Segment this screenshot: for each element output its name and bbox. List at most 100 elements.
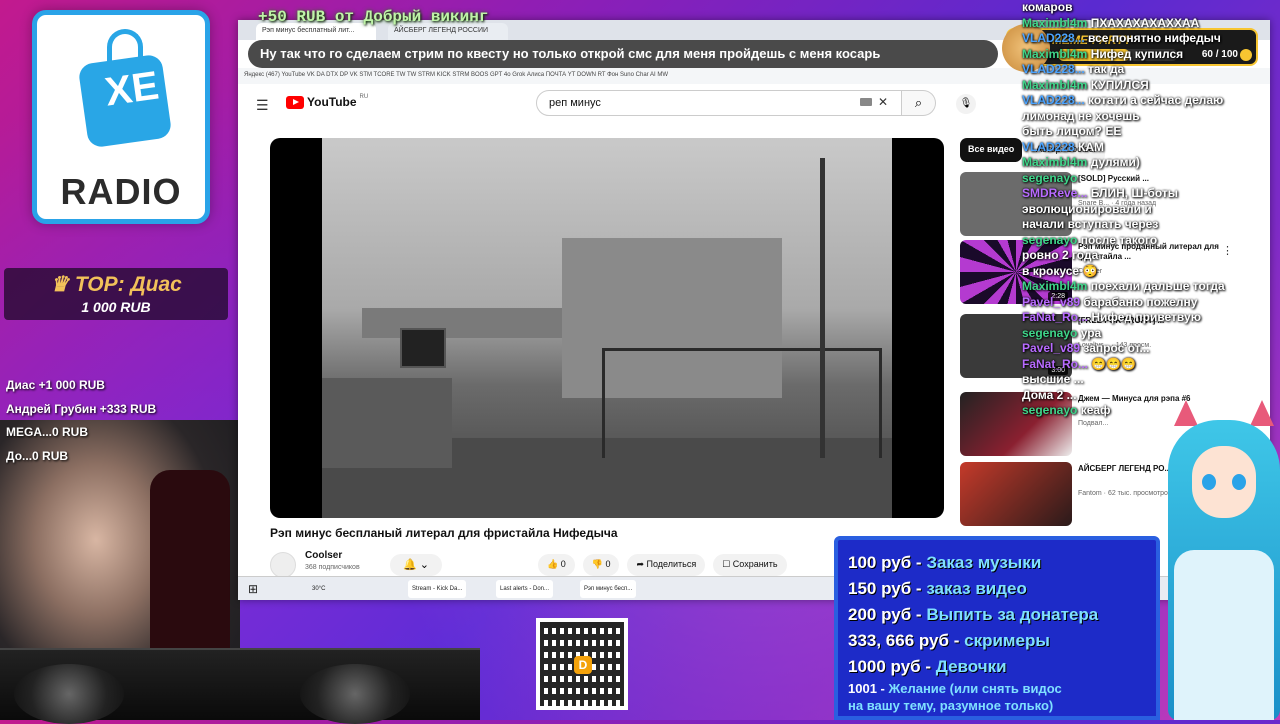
chat-username[interactable]: Maximbl4m (1022, 279, 1087, 293)
chat-message: начали вступать через (1022, 217, 1280, 233)
xe-radio-logo: XE RADIO (32, 10, 210, 224)
chat-username[interactable]: segenayo (1022, 171, 1077, 185)
chat-text: поехали дальше тогда (1090, 279, 1225, 293)
chat-text: дулями) (1090, 155, 1140, 169)
chat-username[interactable]: VLAD228 (1022, 140, 1075, 154)
chat-text: кеаф (1080, 403, 1111, 417)
chat-username[interactable]: Pavel_v89 (1022, 341, 1080, 355)
chat-username[interactable]: Maximbl4m (1022, 78, 1087, 92)
chat-text: 😁😁😁 (1091, 356, 1137, 371)
price-item: 150 руб - заказ видео (848, 579, 1027, 598)
chat-username[interactable]: segenayo (1022, 233, 1077, 247)
bookmark-icon: ☐ (722, 559, 733, 569)
chat-message: segenayo (1022, 171, 1280, 187)
taskbar-app[interactable]: Last alerts - Don... (496, 580, 554, 598)
video-frame (322, 138, 892, 518)
chat-message: Maximbl4m Нифед купился (1022, 47, 1280, 63)
chat-message: VLAD228... все понятно нифедыч (1022, 31, 1280, 47)
chat-text: высшие ... (1022, 372, 1084, 386)
subscriber-count: 368 подписчиков (305, 564, 360, 571)
price-item-wish: 1001 - Желание (или снять видос (848, 681, 1062, 696)
chat-text: БЛИН, Ш-боты (1090, 186, 1179, 200)
chat-username[interactable]: Maximbl4m (1022, 16, 1087, 30)
taskbar-app[interactable]: Stream - Kick Da... (408, 580, 467, 598)
cat-ear (1174, 400, 1198, 426)
price-item-wish-note: на вашу тему, разумное только) (848, 698, 1054, 713)
donor-entry: Диас +1 000 RUB (6, 378, 105, 392)
chat-message: VLAD228... котати а сейчас делаю (1022, 93, 1280, 109)
windows-start-icon[interactable]: ⊞ (246, 580, 260, 598)
chat-message: segenayo ура (1022, 326, 1280, 342)
chat-text: начали вступать через (1022, 217, 1159, 231)
chat-username[interactable]: FaNat_Ro... (1022, 310, 1088, 324)
crown-icon: ♛ (50, 273, 75, 296)
chip-all-videos[interactable]: Все видео (960, 138, 1023, 162)
chat-message: Pavel_v89 запрос от... (1022, 341, 1280, 357)
chat-username[interactable]: segenayo (1022, 326, 1077, 340)
price-item: 200 руб - Выпить за донатера (848, 605, 1099, 624)
donation-price-list: 100 руб - Заказ музыки 150 руб - заказ в… (834, 536, 1160, 720)
top-donor-label: TOP: Диас (74, 273, 182, 296)
chat-message: Pavel_v89 барабаню пожелну (1022, 295, 1280, 311)
chat-username[interactable]: VLAD228... (1022, 62, 1085, 76)
chat-message: быть лицом? EE (1022, 124, 1280, 140)
chat-text: ПХАХАХАХАХХАА (1090, 15, 1200, 30)
chat-message: комаров (1022, 0, 1280, 16)
search-input[interactable]: реп минус (536, 90, 902, 116)
bell-icon[interactable]: 🔔 ⌄ (390, 554, 442, 576)
thumbs-up-icon: 👍 (547, 559, 561, 569)
chat-username[interactable]: Maximbl4m (1022, 47, 1087, 61)
logo-subtitle: RADIO (60, 171, 182, 212)
chat-message: SMDReve... БЛИН, Ш-боты (1022, 186, 1280, 202)
basketball-board (400, 328, 446, 368)
top-donor-box: ♛ TOP: Диас 1 000 RUB (4, 268, 228, 320)
chat-username[interactable]: VLAD228... (1022, 31, 1085, 45)
top-donor-amount: 1 000 RUB (81, 299, 151, 315)
chat-text: комаров (1022, 0, 1073, 14)
price-item: 1000 руб - Девочки (848, 657, 1007, 676)
recent-donors-list: Диас +1 000 RUB Андрей Грубин +333 RUB M… (6, 374, 156, 468)
region-label: RU (359, 94, 369, 100)
share-button[interactable]: ➦ Поделиться (627, 554, 706, 576)
chat-username[interactable]: FaNat_Ro... (1022, 357, 1088, 371)
chat-message: в крокусе 😳 (1022, 264, 1280, 280)
chat-username[interactable]: Pavel_v89 (1022, 295, 1080, 309)
chat-username[interactable]: segenayo (1022, 403, 1077, 417)
chat-username[interactable]: VLAD228... (1022, 93, 1085, 107)
street-lamp (820, 158, 825, 458)
search-icon[interactable]: ⌕ (902, 90, 936, 116)
chat-message: FaNat_Ro... Нифед приветвую (1022, 310, 1280, 326)
chat-text: запрос от... (1083, 341, 1150, 355)
swing-frame (602, 348, 882, 458)
price-item: 333, 666 руб - скримеры (848, 631, 1050, 650)
brick-wall (322, 378, 452, 468)
chat-text: барабаню пожелну (1083, 294, 1198, 309)
gaming-chair (150, 470, 230, 670)
chat-text: ровно 2 года (1022, 248, 1099, 262)
channel-avatar[interactable] (270, 552, 296, 578)
chat-username[interactable]: SMDReve... (1022, 186, 1087, 200)
mic-icon[interactable]: 🎙 (956, 94, 976, 114)
chat-username[interactable]: Maximbl4m (1022, 155, 1087, 169)
keyboard-icon[interactable] (860, 98, 872, 106)
like-button[interactable]: 👍 0 (538, 554, 575, 576)
chat-message: Maximbl4m дулями) (1022, 155, 1280, 171)
taskbar-app[interactable]: Рэп минус бесп... (580, 580, 637, 598)
chat-text: КУПИЛСЯ (1090, 77, 1149, 92)
dislike-button[interactable]: 👎 0 (582, 554, 620, 576)
hamburger-icon[interactable]: ☰ (256, 97, 269, 114)
donor-entry: Андрей Грубин +333 RUB (6, 401, 157, 416)
chat-text: Дома 2 ... (1022, 387, 1077, 402)
video-player[interactable] (270, 138, 944, 518)
dj-controller (0, 648, 480, 724)
vtuber-avatar (1168, 400, 1280, 720)
save-button[interactable]: ☐ Сохранить (713, 554, 787, 576)
weather-widget[interactable]: 30°C (308, 580, 329, 598)
donor-entry: До...0 RUB (6, 448, 69, 463)
donation-qr-code: D (536, 618, 628, 710)
close-icon[interactable]: ✕ (878, 95, 888, 109)
channel-name[interactable]: Coolser (305, 550, 342, 561)
video-title: Рэп минус беспланый литерал для фристайл… (270, 526, 618, 540)
youtube-logo[interactable]: YouTube RU (286, 94, 369, 109)
donationalerts-icon: D (574, 656, 592, 674)
